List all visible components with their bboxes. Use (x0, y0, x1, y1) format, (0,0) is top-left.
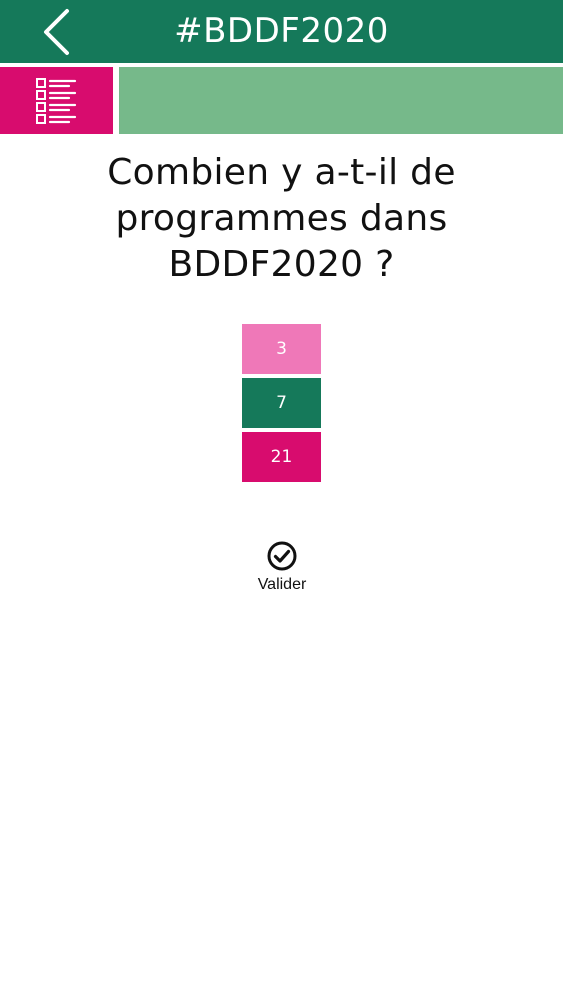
answer-label: 3 (276, 339, 287, 359)
chevron-left-icon (44, 9, 69, 55)
question-list-button[interactable] (0, 67, 113, 134)
answer-label: 7 (276, 393, 287, 413)
answer-option-21[interactable]: 21 (242, 432, 321, 482)
quiz-progress-bar (119, 67, 563, 134)
answer-label: 21 (270, 447, 293, 467)
quiz-toolbar (0, 67, 563, 134)
validate-label: Valider (257, 576, 307, 593)
answer-option-3[interactable]: 3 (242, 324, 321, 374)
answer-list: 3 7 21 (242, 324, 321, 486)
checklist-icon (35, 77, 76, 124)
back-button[interactable] (30, 4, 82, 60)
page-title: #BDDF2020 (174, 11, 389, 51)
check-circle-icon (267, 541, 297, 571)
answer-option-7[interactable]: 7 (242, 378, 321, 428)
app-header: #BDDF2020 (0, 0, 563, 63)
question-text: Combien y a-t-il de programmes dans BDDF… (107, 152, 456, 285)
validate-button[interactable]: Valider (231, 540, 333, 594)
